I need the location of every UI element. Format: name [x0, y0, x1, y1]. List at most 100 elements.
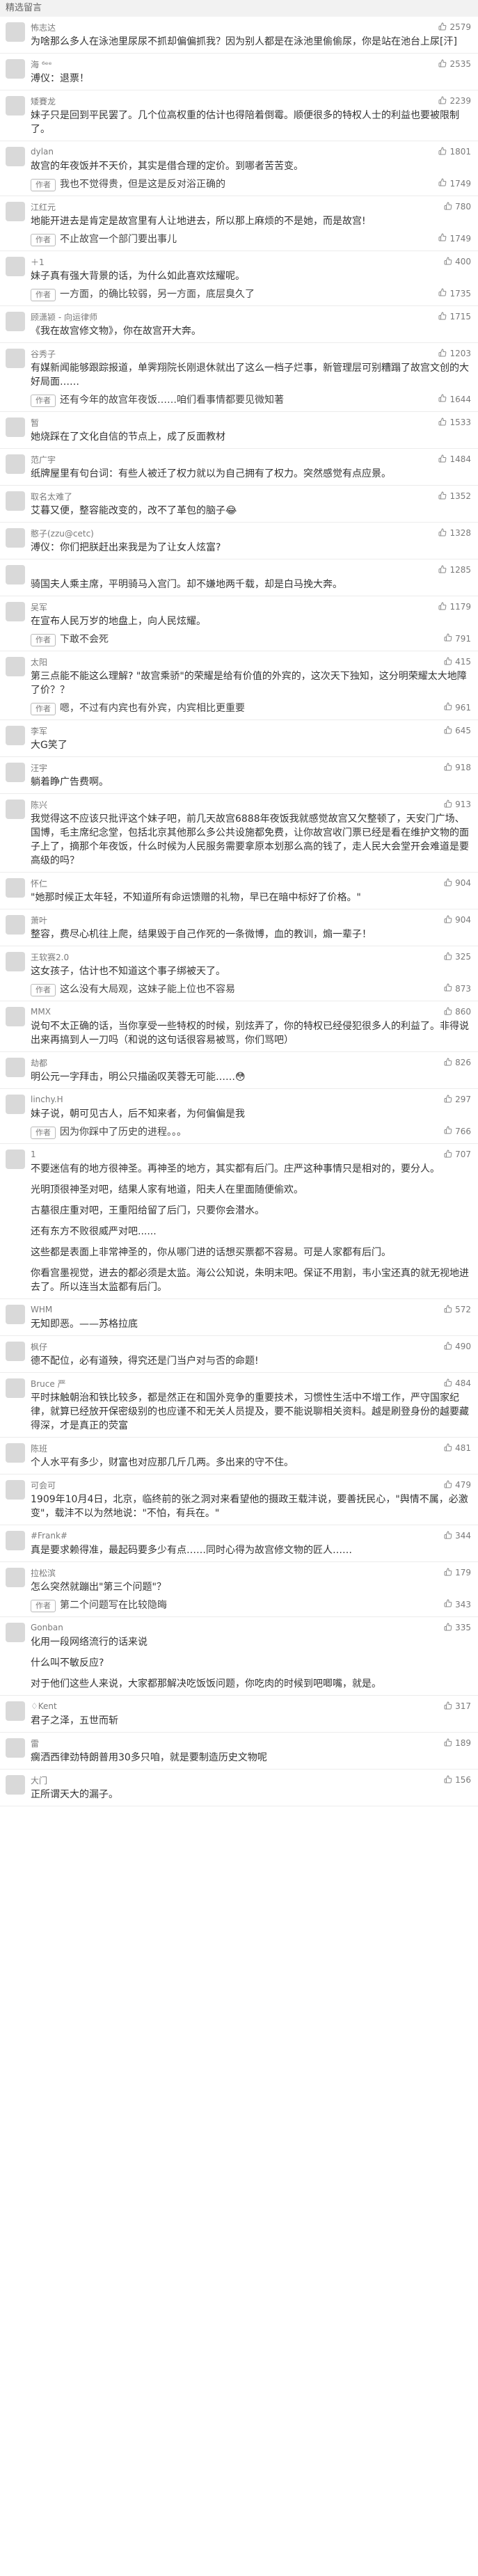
comment-author[interactable]: 怀仁: [31, 877, 47, 889]
like-button[interactable]: 1715: [438, 311, 471, 322]
avatar[interactable]: [6, 1623, 25, 1642]
reply-like-button[interactable]: 766: [440, 1125, 471, 1138]
avatar[interactable]: [6, 1150, 25, 1169]
comment-author[interactable]: 江红元: [31, 201, 56, 213]
avatar[interactable]: [6, 1443, 25, 1463]
like-button[interactable]: 1203: [438, 348, 471, 359]
like-button[interactable]: 707: [440, 1149, 471, 1160]
like-button[interactable]: 1179: [438, 601, 471, 612]
avatar[interactable]: [6, 1095, 25, 1114]
avatar[interactable]: [6, 952, 25, 971]
avatar[interactable]: [6, 491, 25, 511]
like-button[interactable]: 479: [440, 1479, 471, 1490]
like-button[interactable]: 780: [440, 201, 471, 212]
avatar[interactable]: [6, 1007, 25, 1026]
like-button[interactable]: 335: [440, 1622, 471, 1633]
comment-author[interactable]: linchy.H: [31, 1095, 63, 1104]
avatar[interactable]: [6, 59, 25, 79]
like-button[interactable]: 484: [440, 1378, 471, 1389]
like-button[interactable]: 2535: [438, 58, 471, 70]
reply-like-button[interactable]: 1749: [438, 232, 471, 245]
comment-author[interactable]: 矮賽龙: [31, 95, 56, 107]
like-button[interactable]: 826: [440, 1057, 471, 1068]
like-button[interactable]: 1328: [438, 527, 471, 539]
reply-like-button[interactable]: 961: [440, 701, 471, 714]
like-button[interactable]: 904: [440, 877, 471, 889]
comment-author[interactable]: MMX: [31, 1007, 51, 1017]
avatar[interactable]: [6, 657, 25, 676]
comment-author[interactable]: 憨子(zzu@cetc): [31, 527, 94, 539]
comment-author[interactable]: 劫都: [31, 1057, 47, 1069]
comment-author[interactable]: 暂: [31, 417, 39, 429]
like-button[interactable]: 179: [440, 1567, 471, 1578]
comment-author[interactable]: 拉松滨: [31, 1567, 56, 1579]
like-button[interactable]: 913: [440, 799, 471, 810]
avatar[interactable]: [6, 800, 25, 819]
avatar[interactable]: [6, 349, 25, 368]
comment-author[interactable]: 1: [31, 1150, 36, 1159]
like-button[interactable]: 1352: [438, 491, 471, 502]
like-button[interactable]: 1484: [438, 454, 471, 465]
like-button[interactable]: 189: [440, 1738, 471, 1749]
avatar[interactable]: [6, 202, 25, 221]
reply-like-button[interactable]: 1735: [438, 287, 471, 300]
comment-author[interactable]: dylan: [31, 147, 54, 157]
avatar[interactable]: [6, 1568, 25, 1587]
avatar[interactable]: [6, 1738, 25, 1758]
avatar[interactable]: [6, 312, 25, 331]
avatar[interactable]: [6, 454, 25, 474]
comment-author[interactable]: 李军: [31, 725, 47, 737]
comment-author[interactable]: 大门: [31, 1774, 47, 1786]
comment-author[interactable]: Gonban: [31, 1623, 63, 1632]
like-button[interactable]: 481: [440, 1442, 471, 1454]
comment-author[interactable]: 王软赛2.0: [31, 951, 69, 963]
comment-author[interactable]: #Frank#: [31, 1531, 67, 1541]
avatar[interactable]: [6, 763, 25, 782]
comment-author[interactable]: 枫仔: [31, 1341, 47, 1353]
comment-author[interactable]: 萧叶: [31, 914, 47, 926]
reply-like-button[interactable]: 873: [440, 983, 471, 995]
like-button[interactable]: 918: [440, 762, 471, 773]
avatar[interactable]: [6, 1058, 25, 1077]
comment-author[interactable]: 范广宇: [31, 454, 56, 466]
reply-like-button[interactable]: 1644: [438, 393, 471, 406]
avatar[interactable]: [6, 257, 25, 276]
comment-author[interactable]: 顾潇颍 - 向运律师: [31, 311, 97, 323]
like-button[interactable]: 860: [440, 1006, 471, 1017]
avatar[interactable]: [6, 726, 25, 745]
like-button[interactable]: 317: [440, 1701, 471, 1712]
like-button[interactable]: 490: [440, 1341, 471, 1352]
avatar[interactable]: [6, 1775, 25, 1795]
avatar[interactable]: [6, 1531, 25, 1550]
avatar[interactable]: [6, 1305, 25, 1324]
avatar[interactable]: [6, 96, 25, 116]
avatar[interactable]: [6, 1701, 25, 1721]
like-button[interactable]: 2579: [438, 22, 471, 33]
avatar[interactable]: [6, 418, 25, 437]
comment-author[interactable]: 陈兴: [31, 799, 47, 811]
comment-author[interactable]: 雷: [31, 1738, 39, 1749]
comment-author[interactable]: 怖志达: [31, 22, 56, 33]
comment-author[interactable]: 可会可: [31, 1479, 56, 1491]
like-button[interactable]: 415: [440, 656, 471, 667]
comment-author[interactable]: 太阳: [31, 656, 47, 668]
like-button[interactable]: 297: [440, 1094, 471, 1105]
like-button[interactable]: 904: [440, 914, 471, 925]
comment-author[interactable]: ＋1: [31, 256, 45, 268]
comment-author[interactable]: 海 ⁶ᵉᵉ: [31, 58, 52, 70]
like-button[interactable]: 1285: [438, 564, 471, 575]
reply-like-button[interactable]: 1749: [438, 177, 471, 190]
reply-like-button[interactable]: 791: [440, 633, 471, 645]
avatar[interactable]: [6, 147, 25, 166]
like-button[interactable]: 645: [440, 725, 471, 736]
comment-author[interactable]: Bruce 严: [31, 1378, 66, 1390]
avatar[interactable]: [6, 528, 25, 548]
avatar[interactable]: [6, 1342, 25, 1361]
avatar[interactable]: [6, 878, 25, 898]
avatar[interactable]: [6, 915, 25, 935]
like-button[interactable]: 400: [440, 256, 471, 267]
comment-author[interactable]: 陈班: [31, 1442, 47, 1454]
comment-author[interactable]: 吴军: [31, 601, 47, 613]
comment-author[interactable]: 谷秀子: [31, 348, 56, 360]
avatar[interactable]: [6, 1378, 25, 1398]
